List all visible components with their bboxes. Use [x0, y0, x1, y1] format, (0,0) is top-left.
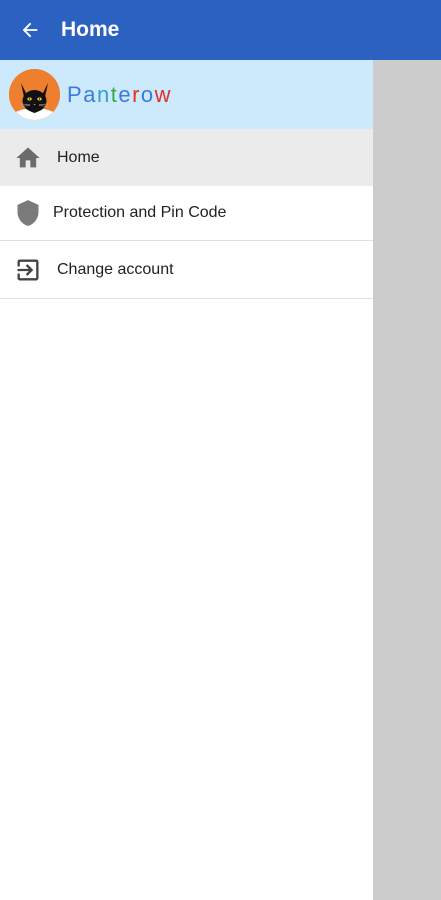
shield-icon	[13, 198, 43, 228]
brand-letter: n	[96, 81, 111, 107]
brand-letter: w	[154, 81, 173, 107]
menu-item-label: Home	[57, 148, 100, 166]
brand-letter: a	[83, 81, 97, 107]
menu-item-label: Change account	[57, 260, 174, 278]
drawer-scrim[interactable]	[373, 60, 441, 900]
brand-letter: P	[67, 81, 84, 107]
menu-item-home[interactable]: Home	[0, 129, 373, 186]
navigation-drawer: Panterow Home Protection and Pin Code Ch…	[0, 60, 373, 900]
app-bar: Home	[0, 0, 441, 60]
brand-name: Panterow	[67, 82, 172, 108]
brand-letter: e	[118, 81, 133, 107]
drawer-header: Panterow	[0, 60, 373, 129]
brand-letter: o	[140, 81, 155, 107]
brand-letter: r	[132, 81, 141, 107]
menu-item-change-account[interactable]: Change account	[0, 241, 373, 299]
back-button[interactable]	[0, 0, 60, 60]
menu-item-protection[interactable]: Protection and Pin Code	[0, 186, 373, 241]
exit-icon	[13, 255, 43, 285]
menu-item-label: Protection and Pin Code	[53, 204, 227, 221]
home-icon	[13, 143, 43, 173]
page-title: Home	[61, 18, 120, 41]
arrow-left-icon	[22, 22, 38, 38]
black-cat-icon	[9, 69, 60, 120]
